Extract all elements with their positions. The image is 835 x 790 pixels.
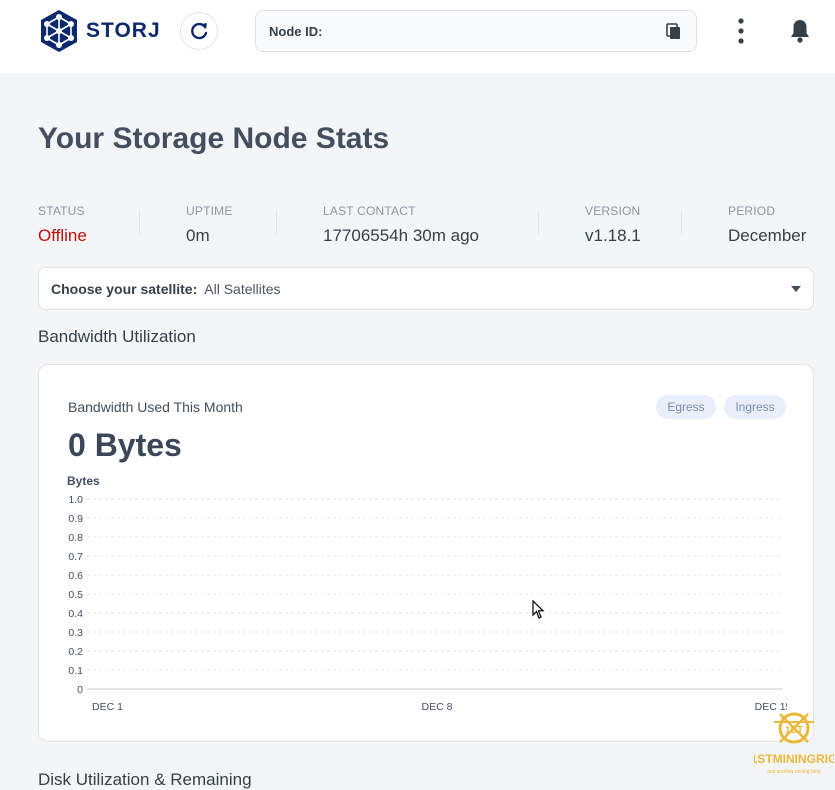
version-value: v1.18.1 [585, 226, 641, 245]
stat-divider [538, 210, 539, 234]
card-title: Bandwidth Used This Month [68, 399, 243, 415]
stat-label: PERIOD [728, 204, 776, 218]
storj-logo-icon [41, 10, 77, 52]
y-tick-label: 0.8 [68, 532, 83, 544]
stat-label: VERSION [585, 204, 641, 218]
y-tick-label: 0.4 [68, 608, 83, 620]
period-value: December [728, 226, 807, 245]
y-tick-label: 0.2 [68, 646, 83, 658]
stat-divider [276, 210, 277, 234]
node-id-label: Node ID: [269, 23, 323, 39]
stat-label: UPTIME [186, 204, 233, 218]
stat-period: PERIOD December [728, 204, 806, 246]
bandwidth-card: Bandwidth Used This Month 0 Bytes Egress… [38, 364, 814, 742]
y-tick-label: 0.7 [68, 551, 83, 563]
bandwidth-section-title: Bandwidth Utilization [38, 327, 196, 346]
y-tick-label: 0.1 [68, 665, 83, 677]
stat-divider [681, 210, 682, 234]
x-tick-label: DEC 1 [92, 701, 123, 713]
stat-label: LAST CONTACT [323, 204, 416, 218]
caret-down-icon [791, 286, 801, 292]
bell-icon[interactable] [789, 18, 811, 44]
bandwidth-chart: Bytes 1.0 0.9 0.8 0.7 0.6 0.5 0.4 0.3 0.2 0.1 0 DEC … [67, 474, 787, 713]
svg-text:1STMININGRIG: 1STMININGRIG [754, 752, 834, 766]
x-tick-label: DEC 8 [422, 701, 453, 713]
stat-version: VERSION v1.18.1 [585, 204, 641, 246]
y-tick-label: 0.3 [68, 627, 83, 639]
y-tick-label: 0.5 [68, 589, 83, 601]
refresh-button[interactable] [180, 12, 218, 50]
stat-uptime: UPTIME 0m [186, 204, 233, 246]
mouse-cursor-icon [532, 600, 545, 619]
top-bar: STORJ Node ID: [0, 0, 835, 73]
svg-text:just another mining blog: just another mining blog [766, 769, 820, 775]
copy-icon[interactable] [665, 22, 683, 40]
stat-status: STATUS Offline [38, 204, 87, 246]
y-axis-label: Bytes [67, 474, 100, 488]
satellite-select[interactable]: Choose your satellite: All Satellites [38, 267, 814, 310]
svg-text:1ST: 1ST [785, 725, 803, 736]
y-tick-label: 0.6 [68, 570, 83, 582]
status-value: Offline [38, 226, 87, 245]
watermark-logo: 1ST 1STMININGRIG just another mining blo… [754, 712, 834, 775]
satellite-value: All Satellites [204, 280, 281, 297]
ingress-pill[interactable]: Ingress [724, 395, 786, 419]
y-tick-label: 1.0 [68, 494, 83, 506]
node-id-field: Node ID: [255, 10, 697, 52]
stat-divider [139, 210, 140, 234]
satellite-label: Choose your satellite: [51, 280, 198, 297]
refresh-icon [191, 22, 208, 40]
y-tick-label: 0 [77, 684, 83, 696]
egress-pill[interactable]: Egress [656, 395, 716, 419]
disk-section-title: Disk Utilization & Remaining [38, 770, 252, 789]
y-tick-label: 0.9 [68, 513, 83, 525]
logo-text: STORJ [86, 19, 161, 42]
stat-last-contact: LAST CONTACT 17706554h 30m ago [323, 204, 479, 246]
bandwidth-total: 0 Bytes [68, 427, 182, 463]
last-contact-value: 17706554h 30m ago [323, 226, 479, 245]
more-vertical-icon[interactable] [732, 16, 750, 46]
storj-logo[interactable]: STORJ [38, 8, 161, 54]
stat-label: STATUS [38, 204, 85, 218]
uptime-value: 0m [186, 226, 210, 245]
page-title: Your Storage Node Stats [38, 122, 390, 155]
